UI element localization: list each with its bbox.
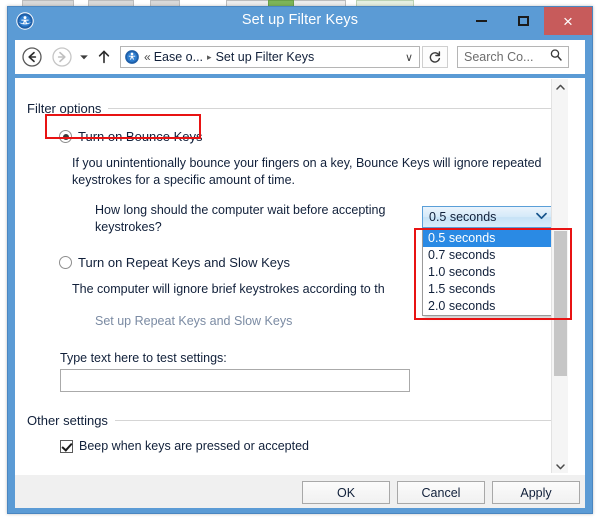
other-settings-label: Other settings — [27, 413, 108, 428]
scrollbar-thumb[interactable] — [554, 231, 567, 376]
back-button[interactable] — [19, 44, 45, 70]
checkbox-indicator-beep[interactable] — [60, 439, 73, 453]
chevron-down-icon — [536, 211, 547, 223]
dropdown-option[interactable]: 1.5 seconds — [423, 281, 554, 298]
window-controls: × — [460, 7, 592, 35]
filter-options-label: Filter options — [27, 101, 102, 116]
dropdown-option[interactable]: 0.7 seconds — [423, 247, 554, 264]
address-bar[interactable]: « Ease o... ▸ Set up Filter Keys ∨ — [120, 46, 420, 68]
up-button[interactable] — [93, 44, 115, 70]
ok-button[interactable]: OK — [302, 481, 390, 504]
radio-indicator-repeat-slow-keys[interactable] — [59, 256, 72, 269]
minimize-button[interactable] — [460, 7, 502, 35]
maximize-icon — [517, 16, 529, 26]
forward-button[interactable] — [49, 44, 75, 70]
radio-label-bounce-keys: Turn on Bounce Keys — [78, 129, 203, 144]
filter-keys-window: Set up Filter Keys × « Ease o... ▸ Set u… — [7, 6, 593, 514]
test-settings-input[interactable] — [60, 369, 410, 392]
address-prefix: « — [144, 50, 151, 64]
dialog-button-bar: OK Cancel Apply — [15, 474, 585, 508]
title-bar: Set up Filter Keys × — [8, 7, 592, 36]
refresh-button[interactable] — [422, 46, 448, 68]
bounce-delay-combobox[interactable]: 0.5 seconds — [422, 206, 555, 228]
group-divider — [108, 108, 565, 109]
close-icon: × — [563, 11, 573, 31]
screen: Set up Filter Keys × « Ease o... ▸ Set u… — [0, 0, 600, 520]
search-box[interactable]: Search Co... — [457, 46, 569, 68]
close-button[interactable]: × — [544, 7, 592, 35]
settings-content: Filter options Turn on Bounce Keys If yo… — [16, 79, 568, 473]
test-field-label: Type text here to test settings: — [60, 351, 227, 365]
maximize-button[interactable] — [502, 7, 544, 35]
scroll-down-button[interactable] — [552, 458, 568, 473]
scroll-up-button[interactable] — [552, 79, 568, 96]
navigation-bar: « Ease o... ▸ Set up Filter Keys ∨ Searc… — [15, 40, 585, 74]
recent-locations-button[interactable] — [75, 44, 93, 70]
breadcrumb-separator-icon: ▸ — [207, 51, 212, 62]
radio-turn-on-bounce-keys[interactable]: Turn on Bounce Keys — [59, 129, 203, 144]
apply-button[interactable]: Apply — [492, 481, 580, 504]
checkbox-label-beep: Beep when keys are pressed or accepted — [79, 439, 309, 453]
search-icon — [549, 48, 563, 67]
dropdown-option[interactable]: 2.0 seconds — [423, 298, 554, 315]
bounce-keys-wait-question: How long should the computer wait before… — [95, 203, 386, 234]
vertical-scrollbar[interactable] — [551, 79, 568, 473]
filter-options-group-header: Filter options — [27, 101, 565, 116]
radio-turn-on-repeat-and-slow-keys[interactable]: Turn on Repeat Keys and Slow Keys — [59, 255, 290, 270]
breadcrumb-ease-of-access[interactable]: Ease o... — [154, 50, 203, 64]
link-set-up-repeat-and-slow-keys[interactable]: Set up Repeat Keys and Slow Keys — [95, 314, 292, 328]
content-pane: Filter options Turn on Bounce Keys If yo… — [15, 78, 585, 474]
radio-indicator-bounce-keys[interactable] — [59, 130, 72, 143]
radio-label-repeat-slow-keys: Turn on Repeat Keys and Slow Keys — [78, 255, 290, 270]
dropdown-option[interactable]: 1.0 seconds — [423, 264, 554, 281]
search-input[interactable]: Search Co... — [464, 50, 533, 64]
chevron-down-icon[interactable]: ∨ — [405, 51, 413, 64]
bounce-delay-selected-value: 0.5 seconds — [429, 210, 497, 224]
other-settings-group-header: Other settings — [27, 413, 565, 428]
repeat-slow-keys-description: The computer will ignore brief keystroke… — [72, 282, 385, 296]
bounce-keys-description: If you unintentionally bounce your finge… — [72, 156, 542, 187]
bounce-delay-dropdown-list[interactable]: 0.5 seconds 0.7 seconds 1.0 seconds 1.5 … — [422, 229, 555, 316]
address-ease-of-access-icon — [124, 49, 140, 65]
breadcrumb-set-up-filter-keys[interactable]: Set up Filter Keys — [216, 50, 315, 64]
cancel-button[interactable]: Cancel — [397, 481, 485, 504]
minimize-icon — [475, 20, 487, 22]
checkbox-beep-when-keys-pressed[interactable]: Beep when keys are pressed or accepted — [60, 439, 309, 453]
group-divider — [114, 420, 565, 421]
dropdown-option[interactable]: 0.5 seconds — [423, 230, 554, 247]
